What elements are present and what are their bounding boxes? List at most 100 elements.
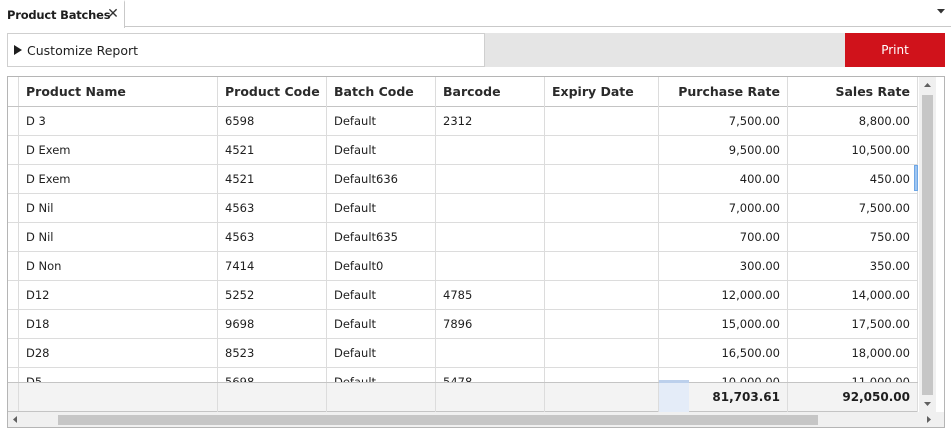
batch-code-cell[interactable]: Default [327,368,436,383]
column-header-barcode[interactable]: Barcode [436,77,545,107]
sales-rate-cell[interactable]: 8,800.00 [788,107,918,136]
column-header-product-code[interactable]: Product Code [218,77,327,107]
product-name-cell[interactable]: D12 [19,281,218,310]
row-gutter[interactable] [8,194,19,222]
barcode-cell[interactable]: 7896 [436,310,545,339]
expiry-date-cell[interactable] [545,136,659,165]
batch-code-cell[interactable]: Default [327,339,436,368]
column-header-expiry-date[interactable]: Expiry Date [545,77,659,107]
expiry-date-cell[interactable] [545,281,659,310]
product-name-cell[interactable]: D Nil [19,194,218,223]
product-name-cell[interactable]: D Exem [19,136,218,165]
vertical-scroll-thumb[interactable] [922,95,933,395]
purchase-rate-cell[interactable]: 300.00 [659,252,788,281]
product-code-cell[interactable]: 6598 [218,107,327,136]
product-code-cell[interactable]: 8523 [218,339,327,368]
row-gutter[interactable] [8,368,19,383]
batch-code-cell[interactable]: Default636 [327,165,436,194]
row-gutter[interactable] [8,252,19,280]
row-gutter[interactable] [8,339,19,367]
product-code-cell[interactable]: 4521 [218,165,327,194]
sales-rate-cell[interactable]: 350.00 [788,252,918,281]
product-code-cell[interactable]: 4563 [218,194,327,223]
product-name-cell[interactable]: D 3 [19,107,218,136]
purchase-rate-cell[interactable]: 400.00 [659,165,788,194]
customize-report-toggle[interactable]: Customize Report [7,33,485,67]
horizontal-scroll-thumb[interactable] [58,415,818,425]
barcode-cell[interactable] [436,165,545,194]
column-header-purchase-rate[interactable]: Purchase Rate [659,77,788,107]
purchase-rate-cell[interactable]: 15,000.00 [659,310,788,339]
product-name-cell[interactable]: D Nil [19,223,218,252]
sales-rate-cell[interactable]: 17,500.00 [788,310,918,339]
vertical-scrollbar[interactable] [919,77,936,413]
table-row[interactable]: D28 8523 Default 16,500.00 18,000.00 [8,339,918,368]
expiry-date-cell[interactable] [545,165,659,194]
column-header-product-name[interactable]: Product Name [19,77,218,107]
sales-rate-cell[interactable]: 450.00 [788,165,918,194]
purchase-rate-cell[interactable]: 16,500.00 [659,339,788,368]
table-row[interactable]: D 3 6598 Default 2312 7,500.00 8,800.00 [8,107,918,136]
scroll-up-icon[interactable] [919,77,936,94]
barcode-cell[interactable] [436,339,545,368]
product-code-cell[interactable]: 5252 [218,281,327,310]
batch-code-cell[interactable]: Default635 [327,223,436,252]
row-gutter[interactable] [8,281,19,309]
print-button[interactable]: Print [845,33,945,67]
table-row[interactable]: D18 9698 Default 7896 15,000.00 17,500.00 [8,310,918,339]
batch-code-cell[interactable]: Default [327,194,436,223]
purchase-rate-cell[interactable]: 7,500.00 [659,107,788,136]
expiry-date-cell[interactable] [545,107,659,136]
barcode-cell[interactable]: 4785 [436,281,545,310]
batch-code-cell[interactable]: Default [327,136,436,165]
barcode-cell[interactable] [436,136,545,165]
row-gutter[interactable] [8,107,19,135]
table-row[interactable]: D Non 7414 Default0 300.00 350.00 [8,252,918,281]
batch-code-cell[interactable]: Default0 [327,252,436,281]
expiry-date-cell[interactable] [545,223,659,252]
product-code-cell[interactable]: 9698 [218,310,327,339]
batch-code-cell[interactable]: Default [327,107,436,136]
purchase-rate-cell[interactable]: 700.00 [659,223,788,252]
expiry-date-cell[interactable] [545,252,659,281]
table-row[interactable]: D12 5252 Default 4785 12,000.00 14,000.00 [8,281,918,310]
column-header-batch-code[interactable]: Batch Code [327,77,436,107]
sales-rate-cell[interactable]: 11,000.00 [788,368,918,383]
sales-rate-cell[interactable]: 14,000.00 [788,281,918,310]
table-row[interactable]: D Nil 4563 Default635 700.00 750.00 [8,223,918,252]
barcode-cell[interactable]: 2312 [436,107,545,136]
scroll-down-icon[interactable] [919,395,936,412]
purchase-rate-cell[interactable]: 7,000.00 [659,194,788,223]
product-name-cell[interactable]: D Exem [19,165,218,194]
expiry-date-cell[interactable] [545,310,659,339]
column-header-sales-rate[interactable]: Sales Rate [788,77,918,107]
barcode-cell[interactable] [436,252,545,281]
purchase-rate-cell[interactable]: 12,000.00 [659,281,788,310]
product-code-cell[interactable]: 4563 [218,223,327,252]
row-gutter[interactable] [8,165,19,193]
row-gutter[interactable] [8,223,19,251]
sales-rate-cell[interactable]: 7,500.00 [788,194,918,223]
product-code-cell[interactable]: 5698 [218,368,327,383]
product-name-cell[interactable]: D5 [19,368,218,383]
tab-product-batches[interactable]: Product Batches ✕ [0,0,125,28]
chevron-down-icon[interactable] [936,6,946,16]
sales-rate-cell[interactable]: 10,500.00 [788,136,918,165]
scroll-right-icon[interactable] [921,412,936,427]
table-row[interactable]: D Exem 4521 Default 9,500.00 10,500.00 [8,136,918,165]
expiry-date-cell[interactable] [545,368,659,383]
barcode-cell[interactable]: 5478 [436,368,545,383]
expiry-date-cell[interactable] [545,339,659,368]
row-gutter[interactable] [8,136,19,164]
table-row[interactable]: D Exem 4521 Default636 400.00 450.00 [8,165,918,194]
product-name-cell[interactable]: D Non [19,252,218,281]
horizontal-scrollbar[interactable] [8,412,936,427]
barcode-cell[interactable] [436,223,545,252]
product-name-cell[interactable]: D28 [19,339,218,368]
product-name-cell[interactable]: D18 [19,310,218,339]
batch-code-cell[interactable]: Default [327,310,436,339]
sales-rate-cell[interactable]: 18,000.00 [788,339,918,368]
table-row[interactable]: D5 5698 Default 5478 10,000.00 11,000.00 [8,368,918,383]
barcode-cell[interactable] [436,194,545,223]
table-row[interactable]: D Nil 4563 Default 7,000.00 7,500.00 [8,194,918,223]
